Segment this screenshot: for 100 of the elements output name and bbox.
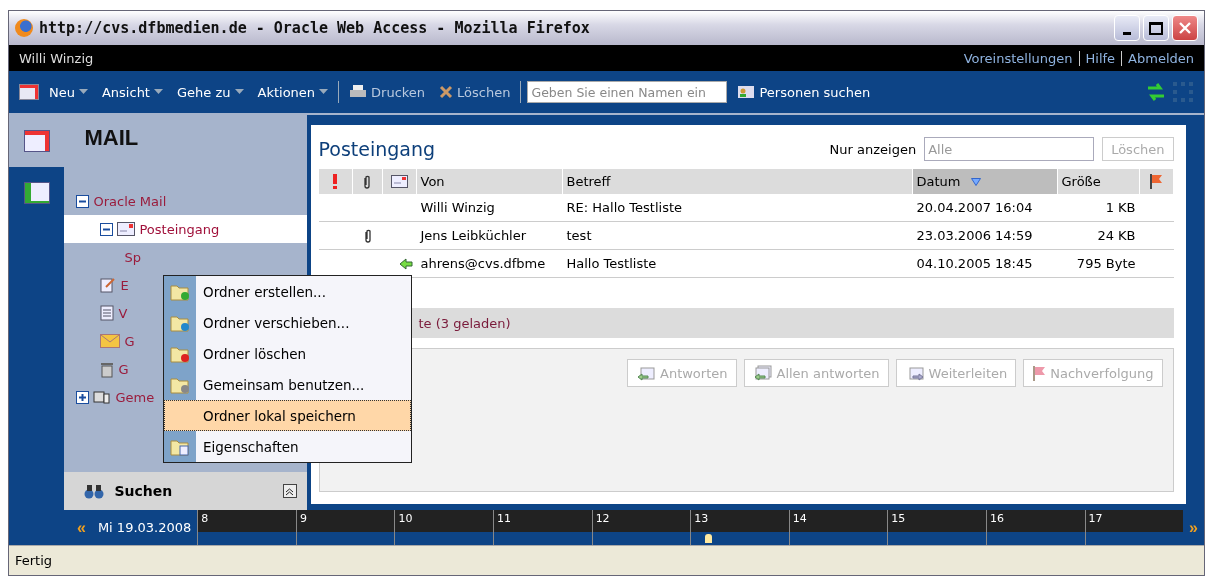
table-cell-text: 20.04.2007 16:04: [915, 199, 1034, 217]
toolbar-menu[interactable]: Gehe zu: [173, 82, 248, 102]
menu-item[interactable]: Ordner lokal speichern: [164, 400, 411, 431]
column-header[interactable]: Von: [420, 174, 445, 189]
hour-label: 9: [298, 512, 307, 525]
cross-icon: [439, 85, 454, 99]
column-header[interactable]: Größe: [1061, 174, 1101, 189]
search-label[interactable]: Suchen: [114, 483, 173, 499]
previous-day-button[interactable]: «: [71, 518, 92, 537]
hour-label: 12: [594, 512, 610, 525]
maximize-button[interactable]: [1143, 15, 1169, 41]
binoculars-icon: [84, 483, 105, 499]
name-field[interactable]: Geben Sie einen Namen ein: [527, 81, 728, 103]
contact-card-icon: [737, 84, 756, 100]
folder-link[interactable]: G: [118, 361, 129, 377]
folder-icon: [170, 282, 190, 301]
table-cell-text: Jens Leibküchler: [418, 227, 528, 245]
hour-label: 15: [890, 512, 906, 525]
hour-label: 14: [791, 512, 807, 525]
folder-link[interactable]: V: [118, 305, 128, 321]
plug-folder-icon: [93, 389, 112, 405]
folder-title: Posteingang: [318, 138, 436, 160]
flag-icon: [1149, 174, 1163, 189]
table-cell-text: 04.10.2005 18:45: [915, 255, 1034, 273]
minimize-button[interactable]: [1114, 15, 1140, 41]
hour-label: 10: [397, 512, 413, 525]
folder-link[interactable]: Posteingang: [139, 221, 220, 237]
grip-icon[interactable]: [1172, 81, 1194, 103]
toolbar-menu[interactable]: Aktionen: [253, 82, 333, 102]
expand-toggle[interactable]: [76, 390, 90, 404]
caret-icon: [154, 89, 163, 95]
folder-link[interactable]: G: [124, 333, 135, 349]
envelope-icon: [390, 175, 408, 188]
table-cell-text: RE: Hallo Testliste: [565, 199, 684, 217]
window-title: http://cvs.dfbmedien.de - Oracle Web Access - Mozilla Firefox: [39, 19, 590, 37]
header-link[interactable]: Abmelden: [1121, 50, 1194, 66]
mail-module-icon[interactable]: [9, 115, 65, 167]
trash-icon: [100, 360, 115, 378]
maximize-icon: [1149, 21, 1163, 35]
table-cell-text: 1 KB: [1104, 199, 1137, 217]
caret-icon: [234, 89, 244, 95]
load-status: te (3 geladen): [418, 315, 511, 331]
timeline-date: Mi 19.03.2008: [96, 520, 193, 535]
module-title: MAIL: [83, 124, 140, 152]
folder-icon: [170, 437, 190, 456]
collapse-toggle[interactable]: [76, 194, 90, 208]
column-header[interactable]: Datum: [916, 174, 961, 189]
printer-icon: [349, 84, 368, 100]
caret-icon: [78, 89, 88, 95]
table-cell-text: 23.03.2006 14:59: [915, 227, 1034, 245]
toolbar-menu[interactable]: Neu: [45, 82, 92, 102]
document-icon: [100, 305, 115, 321]
folder-link[interactable]: Sp: [124, 249, 141, 265]
folder-icon: [170, 313, 190, 332]
table-cell-text: 795 Byte: [1075, 255, 1137, 273]
folder-icon: [170, 375, 190, 394]
globe-icon: [15, 19, 33, 37]
exclamation-icon: [332, 174, 338, 189]
toolbar-button[interactable]: Drucken: [345, 82, 430, 102]
hour-label: 11: [496, 512, 512, 525]
filter-label: Nur anzeigen: [829, 141, 917, 157]
sync-arrows-icon[interactable]: [1146, 83, 1166, 101]
toolbar-menu[interactable]: Ansicht: [97, 82, 167, 102]
toolbar-button[interactable]: Löschen: [435, 82, 515, 102]
header-link[interactable]: Voreinstellungen: [963, 50, 1073, 66]
paperclip-icon: [363, 174, 371, 189]
envelope-icon: [117, 222, 136, 236]
table-cell-text: 24 KB: [1096, 227, 1137, 245]
folder-link[interactable]: E: [120, 277, 129, 293]
reply-mail-icon: [752, 365, 773, 381]
pencil-note-icon: [100, 277, 117, 293]
close-icon: [1177, 20, 1193, 36]
status-text: Fertig: [15, 553, 53, 568]
folder-link[interactable]: Geme: [115, 389, 155, 405]
folder-link[interactable]: Oracle Mail: [93, 193, 167, 209]
reply-mail-icon: [636, 365, 656, 381]
caret-icon: [319, 89, 329, 95]
folder-icon: [170, 344, 190, 363]
close-button[interactable]: [1172, 15, 1198, 41]
table-cell-text: test: [565, 227, 593, 245]
hour-label: 8: [200, 512, 209, 525]
people-search-button[interactable]: Personen suchen: [733, 82, 875, 102]
table-cell-text: Hallo Testliste: [565, 255, 658, 273]
flag-icon: [1032, 365, 1047, 381]
envelope-icon: [100, 334, 121, 348]
minimize-icon: [1123, 31, 1131, 35]
table-cell-text: ahrens@cvs.dfbme: [419, 255, 547, 273]
next-day-button[interactable]: »: [1183, 518, 1204, 537]
new-mail-icon: [19, 84, 39, 100]
header-link[interactable]: Hilfe: [1078, 50, 1116, 66]
current-time-marker: [705, 534, 712, 543]
column-header[interactable]: Betreff: [566, 174, 611, 189]
hour-label: 13: [693, 512, 709, 525]
hour-label: 16: [988, 512, 1004, 525]
collapse-toggle[interactable]: [100, 222, 114, 236]
sort-down-icon: [970, 177, 981, 186]
collapse-icon[interactable]: [282, 484, 297, 498]
table-cell-text: Willi Winzig: [419, 199, 496, 217]
user-name: Willi Winzig: [19, 50, 94, 66]
hour-label: 17: [1087, 512, 1103, 525]
